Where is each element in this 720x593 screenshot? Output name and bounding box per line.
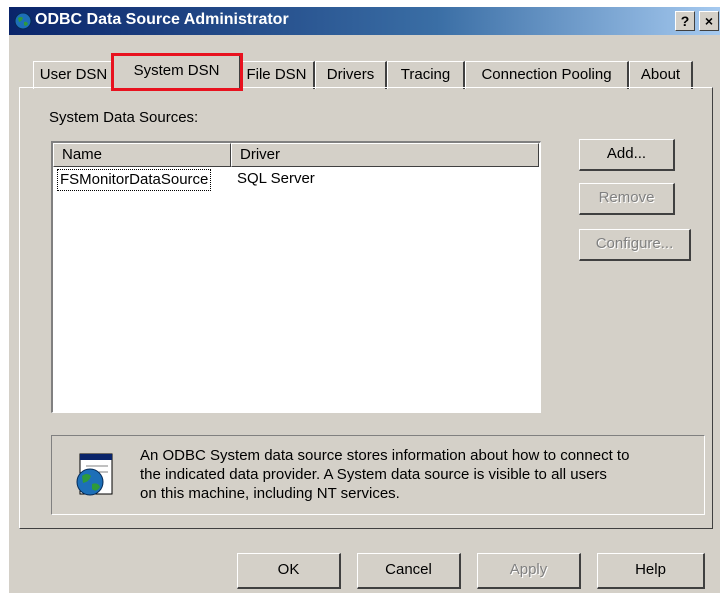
odbc-globe-icon — [14, 12, 32, 30]
info-line: on this machine, including NT services. — [140, 485, 400, 502]
system-data-sources-label: System Data Sources: — [49, 109, 199, 126]
column-header-driver[interactable]: Driver — [231, 143, 539, 167]
apply-button[interactable]: Apply — [477, 553, 581, 589]
remove-button[interactable]: Remove — [579, 183, 675, 215]
tab-drivers[interactable]: Drivers — [315, 61, 387, 89]
column-header-name[interactable]: Name — [53, 143, 231, 167]
cancel-button[interactable]: Cancel — [357, 553, 461, 589]
tab-tracing[interactable]: Tracing — [387, 61, 465, 89]
info-line: the indicated data provider. A System da… — [140, 466, 607, 483]
help-button[interactable]: Help — [597, 553, 705, 589]
info-line: An ODBC System data source stores inform… — [140, 447, 630, 464]
tab-user-dsn[interactable]: User DSN — [33, 61, 115, 89]
tab-system-dsn[interactable]: System DSN — [111, 53, 243, 91]
ok-button[interactable]: OK — [237, 553, 341, 589]
odbc-dialog-window: ODBC Data Source Administrator ? × User … — [8, 6, 720, 593]
info-box: An ODBC System data source stores inform… — [51, 435, 705, 515]
info-text: An ODBC System data source stores inform… — [140, 446, 700, 503]
dsn-row-name[interactable]: FSMonitorDataSource — [57, 169, 212, 191]
add-button[interactable]: Add... — [579, 139, 675, 171]
tab-connection-pooling[interactable]: Connection Pooling — [465, 61, 629, 89]
data-sources-list[interactable]: Name Driver FSMonitorDataSource SQL Serv… — [51, 141, 541, 413]
configure-button[interactable]: Configure... — [579, 229, 691, 261]
close-title-button[interactable]: × — [699, 11, 719, 31]
odbc-globe-document-icon — [72, 452, 116, 500]
dsn-row-driver[interactable]: SQL Server — [237, 169, 315, 189]
window-title: ODBC Data Source Administrator — [35, 11, 289, 28]
title-bar[interactable]: ODBC Data Source Administrator ? × — [9, 7, 720, 35]
tab-about[interactable]: About — [629, 61, 693, 89]
help-title-button[interactable]: ? — [675, 11, 695, 31]
tab-file-dsn[interactable]: File DSN — [239, 61, 315, 89]
